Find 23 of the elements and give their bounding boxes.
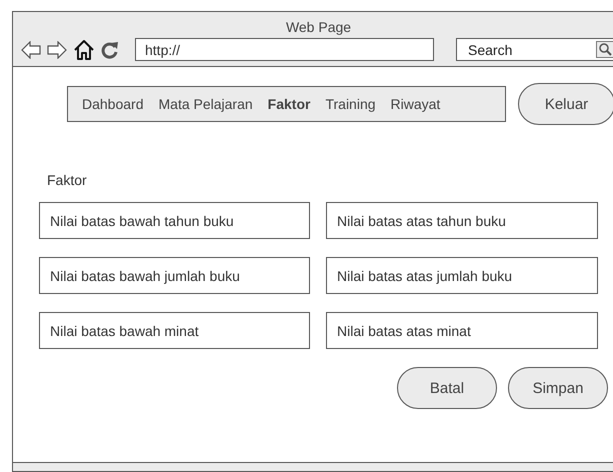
nav-link[interactable]: Riwayat <box>390 96 440 112</box>
back-icon[interactable] <box>21 40 41 58</box>
input-field[interactable]: Nilai batas atas jumlah buku <box>326 257 598 294</box>
input-field[interactable]: Nilai batas bawah jumlah buku <box>39 257 310 294</box>
nav-link[interactable]: Training <box>325 96 376 112</box>
search-icon[interactable] <box>596 41 613 58</box>
address-field[interactable]: http:// <box>135 38 434 61</box>
input-field[interactable]: Nilai batas bawah minat <box>39 312 310 349</box>
nav-link[interactable]: Mata Pelajaran <box>158 96 253 112</box>
search-field[interactable]: Search <box>456 38 613 61</box>
home-icon[interactable] <box>73 39 95 60</box>
cancel-button[interactable]: Batal <box>397 367 497 409</box>
section-title: Faktor <box>47 172 87 188</box>
nav-link[interactable]: Faktor <box>268 96 310 112</box>
logout-button[interactable]: Keluar <box>518 83 613 125</box>
forward-icon[interactable] <box>47 40 67 58</box>
input-field[interactable]: Nilai batas bawah tahun buku <box>39 202 310 239</box>
refresh-icon[interactable] <box>101 40 119 58</box>
nav-link[interactable]: Dahboard <box>82 96 144 112</box>
input-field[interactable]: Nilai batas atas tahun buku <box>326 202 598 239</box>
save-button[interactable]: Simpan <box>508 367 608 409</box>
window-title: Web Page <box>286 19 352 35</box>
input-field[interactable]: Nilai batas atas minat <box>326 312 598 349</box>
